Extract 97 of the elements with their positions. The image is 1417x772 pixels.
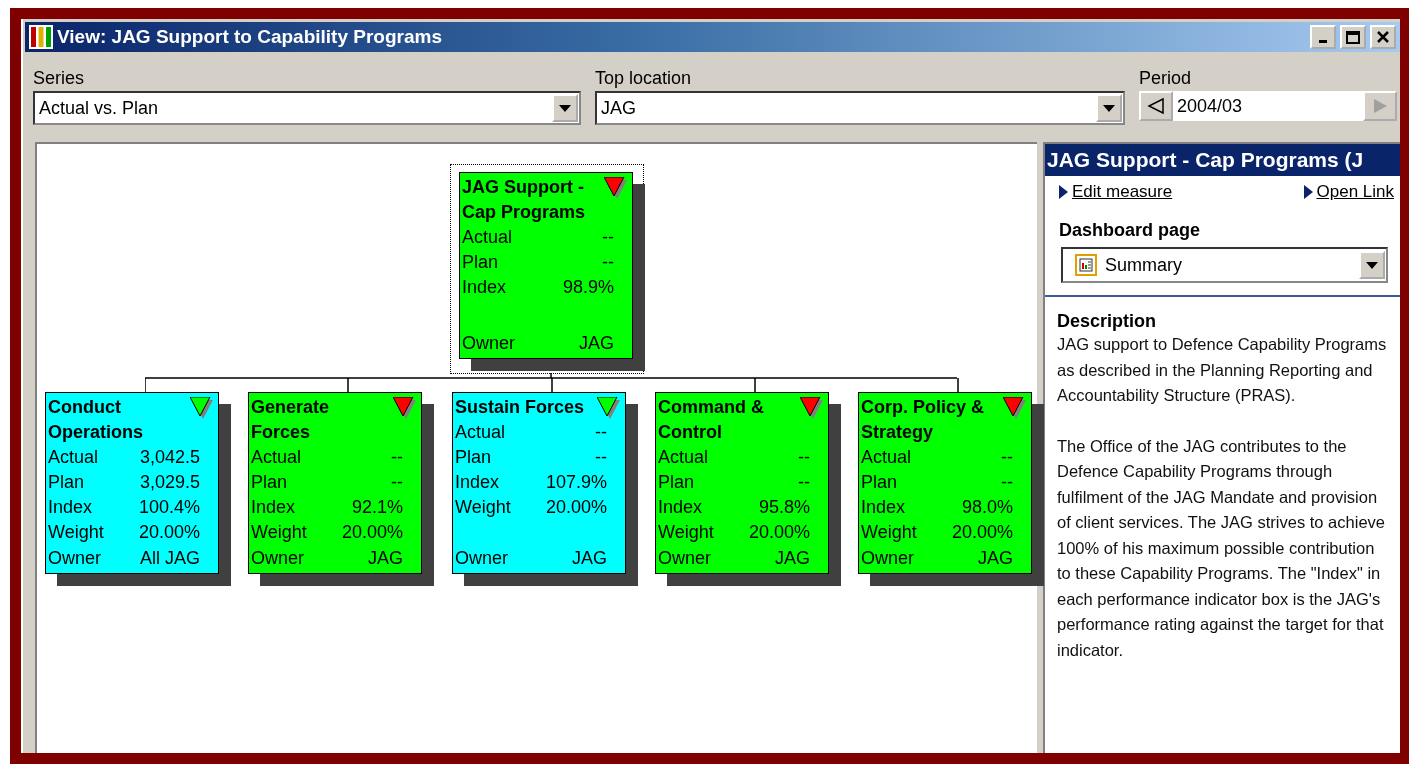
metric-label: Actual <box>462 226 513 249</box>
dropdown-field[interactable]: JAG <box>595 91 1125 125</box>
metric-value: JAG <box>775 547 810 570</box>
close-icon <box>1377 31 1389 43</box>
field-label: Series <box>33 68 86 89</box>
section-label: Description <box>1057 311 1158 332</box>
metric-label: Plan <box>455 446 492 469</box>
indicator-title: JAG Support - Cap Programs <box>462 176 587 224</box>
metric-value: -- <box>595 446 607 469</box>
right-triangle-icon <box>1059 185 1068 199</box>
right-triangle-icon <box>1303 185 1313 199</box>
field-label: Top location <box>595 68 693 89</box>
previous-button[interactable] <box>1139 91 1173 121</box>
panel-link[interactable]: Edit measure <box>1059 182 1173 202</box>
metric-value: 95.8% <box>758 496 810 519</box>
metric-value: -- <box>1001 446 1013 469</box>
metric-value: JAG <box>368 547 403 570</box>
metric-value: JAG <box>579 332 614 355</box>
metric-value: 92.1% <box>351 496 403 519</box>
metric-label: Actual <box>251 446 302 469</box>
metric-value: 20.00% <box>138 521 200 544</box>
dashboard-dropdown[interactable]: Summary <box>1061 247 1388 283</box>
metric-label: Plan <box>462 251 499 274</box>
dropdown-button[interactable] <box>1359 251 1385 279</box>
indicator-title: Conduct Operations <box>48 396 145 444</box>
metric-value: -- <box>1001 471 1013 494</box>
metric-label: Actual <box>658 446 709 469</box>
metric-label: Index <box>861 496 906 519</box>
close-button[interactable] <box>1370 25 1396 49</box>
metric-label: Plan <box>861 471 898 494</box>
metric-label: Index <box>251 496 296 519</box>
indicator-title: Generate Forces <box>251 396 331 444</box>
panel-header: JAG Support - Cap Programs (J <box>1045 144 1400 176</box>
metric-value: 98.0% <box>961 496 1013 519</box>
minimize-icon <box>1319 39 1327 43</box>
metric-value: -- <box>602 226 614 249</box>
description-text: The Office of the JAG contributes to the Defence Capability Programs through fulfilment of the JAG Mandate and provision of client services. The JAG strives to achieve 100% of his maximum possible contribution to these Capability Programs. The "Index" in each performance indicator box is the JAG's performance rating against the target for that indicator. <box>1057 435 1386 661</box>
metric-label: Weight <box>658 521 714 544</box>
indicator-title: Corp. Policy & Strategy <box>861 396 986 444</box>
metric-value: -- <box>391 471 403 494</box>
metric-value: -- <box>798 471 810 494</box>
metric-value: 20.00% <box>341 521 403 544</box>
metric-label: Plan <box>251 471 288 494</box>
section-label: Dashboard page <box>1058 220 1202 241</box>
metric-label: Index <box>455 471 500 494</box>
metric-value: -- <box>602 251 614 274</box>
metric-label: Owner <box>462 332 515 355</box>
metric-value: -- <box>595 421 607 444</box>
dropdown-field[interactable]: Actual vs. Plan <box>33 91 581 125</box>
maximize-button[interactable] <box>1340 25 1366 49</box>
metric-value: 107.9% <box>545 471 607 494</box>
left-triangle-icon <box>1147 97 1165 115</box>
caret-icon <box>559 104 571 112</box>
metric-value: 3,042.5 <box>139 446 200 469</box>
metric-label: Actual <box>861 446 912 469</box>
metric-label: Weight <box>861 521 917 544</box>
metric-label: Plan <box>658 471 695 494</box>
metric-label: Plan <box>48 471 85 494</box>
metric-value: -- <box>391 446 403 469</box>
window-title: View: JAG Support to Capability Programs <box>57 26 443 48</box>
metric-label: Owner <box>48 547 101 570</box>
metric-label: Owner <box>658 547 711 570</box>
metric-value: 20.00% <box>545 496 607 519</box>
metric-label: Weight <box>251 521 307 544</box>
maximize-icon <box>1346 30 1360 44</box>
metric-value: JAG <box>978 547 1013 570</box>
metric-label: Owner <box>251 547 304 570</box>
indicator-title: Command & Control <box>658 396 765 444</box>
app-icon <box>29 25 53 49</box>
metric-label: Owner <box>455 547 508 570</box>
metric-value: 20.00% <box>748 521 810 544</box>
metric-label: Index <box>48 496 93 519</box>
metric-value: -- <box>798 446 810 469</box>
minimize-button[interactable] <box>1310 25 1336 49</box>
dropdown-button[interactable] <box>552 94 578 122</box>
caret-icon <box>1366 261 1378 269</box>
metric-value: JAG <box>572 547 607 570</box>
period-field[interactable]: 2004/03 <box>1173 91 1363 121</box>
metric-label: Weight <box>455 496 511 519</box>
metric-value: All JAG <box>140 547 200 570</box>
dropdown-button[interactable] <box>1096 94 1122 122</box>
description-text: JAG support to Defence Capability Programs as described in the Planning Reporting and Accountability Structure (PRAS). <box>1057 334 1388 406</box>
metric-value: 98.9% <box>562 276 614 299</box>
indicator-title: Sustain Forces <box>455 396 586 419</box>
metric-value: 3,029.5 <box>139 471 200 494</box>
metric-label: Actual <box>48 446 99 469</box>
metric-label: Weight <box>48 521 104 544</box>
panel-link[interactable]: Open Link <box>1303 182 1394 202</box>
caret-icon <box>1103 104 1115 112</box>
field-label: Period <box>1139 68 1193 89</box>
metric-label: Actual <box>455 421 506 444</box>
page-icon <box>1075 254 1097 276</box>
metric-label: Owner <box>861 547 914 570</box>
metric-value: 100.4% <box>138 496 200 519</box>
metric-value: 20.00% <box>951 521 1013 544</box>
metric-label: Index <box>658 496 703 519</box>
metric-label: Index <box>462 276 507 299</box>
